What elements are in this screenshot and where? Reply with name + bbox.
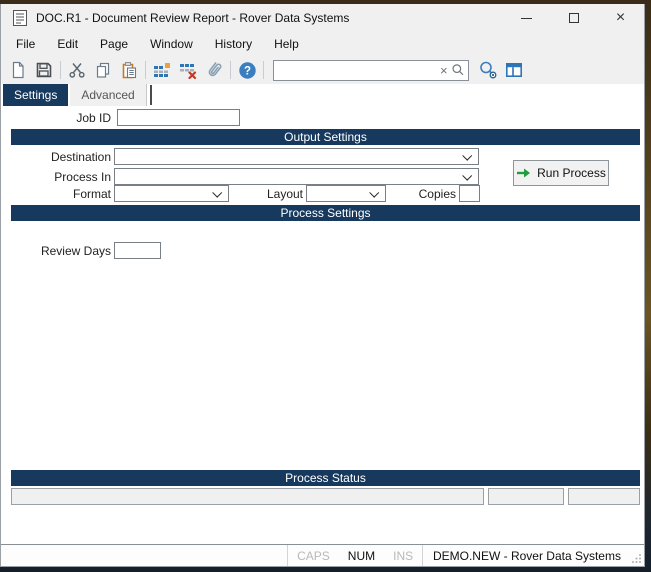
- cut-icon: [68, 61, 86, 79]
- resize-grip-icon: [631, 553, 642, 564]
- process-status-message-field: [11, 488, 484, 505]
- minimize-button[interactable]: [503, 4, 550, 32]
- chevron-down-icon: [462, 171, 472, 181]
- save-icon: [35, 61, 53, 79]
- insert-rows-button[interactable]: [149, 58, 175, 82]
- resize-grip[interactable]: [631, 545, 644, 566]
- insert-rows-icon: [152, 61, 172, 79]
- find-record-icon: [478, 60, 498, 80]
- new-document-button[interactable]: [5, 58, 31, 82]
- menu-page[interactable]: Page: [89, 34, 139, 54]
- process-in-dropdown[interactable]: [114, 168, 479, 185]
- format-dropdown[interactable]: [114, 185, 229, 202]
- save-button[interactable]: [31, 58, 57, 82]
- process-settings-header: Process Settings: [11, 205, 640, 221]
- process-status-header: Process Status: [11, 470, 640, 486]
- menu-history[interactable]: History: [204, 34, 263, 54]
- destination-label: Destination: [1, 150, 111, 164]
- search-icon[interactable]: [451, 62, 465, 78]
- tab-settings[interactable]: Settings: [3, 84, 68, 106]
- review-days-input[interactable]: [114, 242, 161, 259]
- maximize-button[interactable]: [550, 4, 597, 32]
- layout-label: Layout: [241, 187, 303, 201]
- tab-strip: Settings Advanced: [3, 84, 152, 106]
- status-bar: CAPS NUM INS DEMO.NEW - Rover Data Syste…: [1, 544, 644, 566]
- attachment-button[interactable]: [201, 58, 227, 82]
- toolbar: ? ×: [1, 56, 644, 84]
- layout-icon: [504, 61, 524, 79]
- window-title: DOC.R1 - Document Review Report - Rover …: [36, 11, 349, 25]
- account-context-label: DEMO.NEW - Rover Data Systems: [423, 549, 631, 563]
- chevron-down-icon: [212, 188, 222, 198]
- paste-button[interactable]: [116, 58, 142, 82]
- search-input[interactable]: [274, 62, 437, 79]
- svg-text:?: ?: [243, 65, 250, 77]
- app-window: DOC.R1 - Document Review Report - Rover …: [0, 4, 645, 567]
- copy-button[interactable]: [90, 58, 116, 82]
- toolbar-separator: [263, 61, 264, 79]
- document-app-icon: [13, 10, 27, 26]
- main-content: Settings Advanced Job ID Output Settings…: [1, 84, 644, 544]
- paste-icon: [120, 61, 138, 79]
- help-button[interactable]: ?: [234, 58, 260, 82]
- help-icon: ?: [238, 61, 257, 80]
- job-id-label: Job ID: [1, 111, 111, 125]
- caps-lock-indicator: CAPS: [288, 549, 339, 563]
- desktop-background: DOC.R1 - Document Review Report - Rover …: [0, 0, 651, 572]
- toolbar-separator: [145, 61, 146, 79]
- process-status-field-2: [488, 488, 564, 505]
- delete-rows-icon: [178, 61, 198, 79]
- process-in-label: Process In: [1, 170, 111, 184]
- insert-mode-indicator: INS: [384, 549, 422, 563]
- tab-advanced[interactable]: Advanced: [70, 84, 146, 106]
- toolbar-search: ×: [273, 60, 469, 81]
- menu-file[interactable]: File: [5, 34, 46, 54]
- minimize-icon: [521, 18, 532, 19]
- format-label: Format: [1, 187, 111, 201]
- chevron-down-icon: [369, 188, 379, 198]
- layout-dropdown[interactable]: [306, 185, 386, 202]
- run-arrow-icon: [516, 166, 531, 180]
- copy-icon: [94, 61, 112, 79]
- chevron-down-icon: [462, 151, 472, 161]
- menu-window[interactable]: Window: [139, 34, 204, 54]
- review-days-label: Review Days: [1, 244, 111, 258]
- copies-input[interactable]: [459, 185, 480, 202]
- toolbar-separator: [60, 61, 61, 79]
- maximize-icon: [569, 13, 579, 23]
- output-settings-header: Output Settings: [11, 129, 640, 145]
- title-bar[interactable]: DOC.R1 - Document Review Report - Rover …: [1, 4, 644, 32]
- cut-button[interactable]: [64, 58, 90, 82]
- close-icon: ×: [616, 9, 625, 27]
- toolbar-separator: [230, 61, 231, 79]
- layout-button[interactable]: [501, 58, 527, 82]
- job-id-input[interactable]: [117, 109, 240, 126]
- num-lock-indicator: NUM: [339, 549, 384, 563]
- tab-strip-divider: [150, 85, 152, 105]
- menu-bar: File Edit Page Window History Help: [1, 32, 644, 56]
- paperclip-icon: [204, 60, 224, 80]
- find-record-button[interactable]: [475, 58, 501, 82]
- delete-rows-button[interactable]: [175, 58, 201, 82]
- copies-label: Copies: [391, 187, 456, 201]
- menu-help[interactable]: Help: [263, 34, 310, 54]
- destination-dropdown[interactable]: [114, 148, 479, 165]
- search-clear-icon[interactable]: ×: [437, 63, 451, 78]
- menu-edit[interactable]: Edit: [46, 34, 89, 54]
- new-document-icon: [9, 61, 27, 79]
- run-process-label: Run Process: [537, 166, 606, 180]
- process-status-field-3: [568, 488, 640, 505]
- run-process-button[interactable]: Run Process: [513, 160, 609, 186]
- close-button[interactable]: ×: [597, 4, 644, 32]
